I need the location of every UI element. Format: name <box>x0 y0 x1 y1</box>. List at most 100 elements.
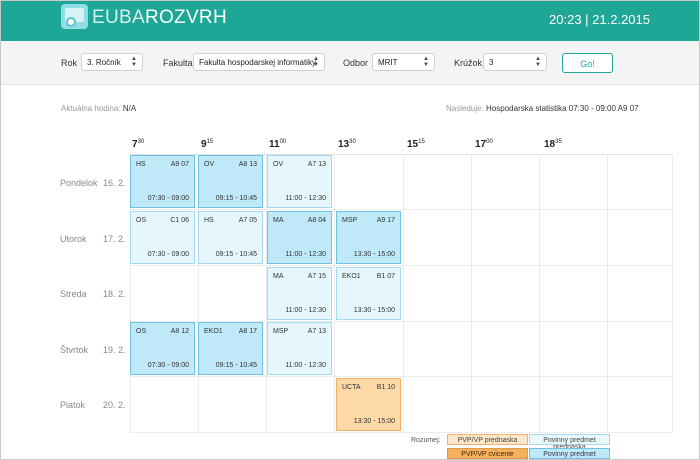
rok-select[interactable]: 3. Ročník ▲ ▼ <box>81 53 143 71</box>
grid-line <box>403 154 404 432</box>
lesson-card[interactable]: OS A8 12 07:30 - 09:00 <box>130 322 195 375</box>
day-date: 16. 2. <box>103 178 126 188</box>
lesson-room: A7 05 <box>238 217 257 224</box>
lesson-room: A9 07 <box>170 161 189 168</box>
lesson-subject: OV <box>273 161 284 168</box>
lesson-time: 11:00 - 12:30 <box>285 362 326 369</box>
time-header: 1330 <box>338 139 356 150</box>
lesson-time: 11:00 - 12:30 <box>285 251 326 258</box>
lesson-time: 09:15 - 10:45 <box>215 251 257 258</box>
lesson-time: 13:30 - 15:00 <box>353 251 395 258</box>
time-header: 1100 <box>269 139 287 150</box>
lesson-subject: UCTA <box>342 384 361 391</box>
day-date: 18. 2. <box>103 289 126 299</box>
rok-label: Rok <box>61 58 78 68</box>
lesson-card[interactable]: EKO1 B1 07 13:30 - 15:00 <box>336 267 401 320</box>
day-name: Štvrtok <box>60 345 89 355</box>
lesson-card[interactable]: OV A7 13 11:00 - 12:30 <box>267 155 332 208</box>
fakulta-label: Fakulta <box>163 58 193 68</box>
kruzok-select[interactable]: 3 ▲ ▼ <box>483 53 547 71</box>
legend-label: Rozumej: <box>411 437 441 444</box>
lesson-card[interactable]: OS C1 06 07:30 - 09:00 <box>130 211 195 264</box>
lesson-card[interactable]: MSP A9 17 13:30 - 15:00 <box>336 211 401 264</box>
lesson-subject: MSP <box>273 328 289 335</box>
lesson-card[interactable]: EKO1 A8 17 09:15 - 10:45 <box>198 322 263 375</box>
legend-required-lecture: Povinny predmet prednaska <box>529 434 610 451</box>
rok-select-value: 3. Ročník <box>87 58 121 67</box>
lesson-time: 09:15 - 10:45 <box>215 362 257 369</box>
lesson-time: 07:30 - 09:00 <box>147 195 189 202</box>
go-button[interactable]: Go! <box>562 53 613 73</box>
day-name: Pondelok <box>60 178 98 188</box>
lesson-subject: MA <box>273 217 284 224</box>
kruzok-label: Krúžok <box>454 58 483 68</box>
day-date: 17. 2. <box>103 234 126 244</box>
legend-required-practice: Povinny predmet cvicenie <box>529 448 610 459</box>
odbor-select-value: MRIT <box>378 58 398 67</box>
odbor-label: Odbor <box>343 58 369 68</box>
lesson-subject: HS <box>204 217 214 224</box>
select-arrows-icon: ▲ ▼ <box>313 56 319 68</box>
fakulta-select[interactable]: Fakulta hospodarskej informatiky ▲ ▼ <box>193 53 325 71</box>
kruzok-select-value: 3 <box>489 58 494 67</box>
lesson-subject: MSP <box>342 217 358 224</box>
day-date: 19. 2. <box>103 345 126 355</box>
select-arrows-icon: ▲ ▼ <box>535 56 541 68</box>
day-name: Piatok <box>60 400 86 410</box>
day-name: Streda <box>60 289 87 299</box>
lesson-subject: OS <box>136 328 147 335</box>
lesson-time: 07:30 - 09:00 <box>147 251 189 258</box>
time-header: 1515 <box>407 139 425 150</box>
lesson-subject: EKO1 <box>342 273 361 280</box>
app-window: EUBAROZVRH 20:23 | 21.2.2015 Rok 3. Ročn… <box>0 0 700 460</box>
time-header: 730 <box>132 139 145 150</box>
grid-line <box>539 154 540 432</box>
lesson-room: B1 10 <box>376 384 395 391</box>
lesson-subject: OV <box>204 161 215 168</box>
day-date: 20. 2. <box>103 400 126 410</box>
lesson-subject: MA <box>273 273 284 280</box>
lesson-room: A7 13 <box>307 161 326 168</box>
lesson-time: 13:30 - 15:00 <box>353 307 395 314</box>
next-lesson-label: Nasleduje: <box>446 104 484 113</box>
grid-line <box>334 154 335 432</box>
grid-line <box>607 154 608 432</box>
lesson-card[interactable]: MSP A7 13 11:00 - 12:30 <box>267 322 332 375</box>
lesson-card[interactable]: UCTA B1 10 13:30 - 15:00 <box>336 378 401 431</box>
grid-line <box>130 209 672 210</box>
brand-bold-text: ROZVRH <box>144 7 227 28</box>
current-lesson-value: N/A <box>122 104 137 113</box>
lesson-card[interactable]: HS A9 07 07:30 - 09:00 <box>130 155 195 208</box>
grid-line <box>130 376 672 377</box>
lesson-room: A8 12 <box>170 328 189 335</box>
lesson-room: A9 17 <box>376 217 395 224</box>
brand-title[interactable]: EUBAROZVRH <box>92 7 227 29</box>
legend-optional-practice: PVP/VP cvicenie <box>447 448 528 459</box>
lesson-time: 13:30 - 15:00 <box>353 418 395 425</box>
lesson-time: 11:00 - 12:30 <box>285 195 326 202</box>
lesson-time: 07:30 - 09:00 <box>147 362 189 369</box>
fakulta-select-value: Fakulta hospodarskej informatiky <box>199 58 316 67</box>
time-header: 1700 <box>475 139 493 150</box>
lesson-room: C1 06 <box>170 217 189 224</box>
app-logo-icon[interactable] <box>61 4 88 29</box>
next-lesson-info: Nasleduje: Hospodarska statistika 07:30 … <box>446 104 639 113</box>
grid-line <box>130 432 672 433</box>
lesson-room: A8 13 <box>238 161 257 168</box>
lesson-time: 09:15 - 10:45 <box>215 195 257 202</box>
lesson-card[interactable]: MA A8 04 11:00 - 12:30 <box>267 211 332 264</box>
lesson-time: 11:00 - 12:30 <box>285 307 326 314</box>
lesson-room: A8 17 <box>238 328 257 335</box>
lesson-card[interactable]: OV A8 13 09:15 - 10:45 <box>198 155 263 208</box>
logo-badge-shape <box>66 17 76 27</box>
current-lesson-info: Aktuálna hodina: N/A <box>61 104 136 113</box>
grid-line <box>471 154 472 432</box>
select-arrows-icon: ▲ ▼ <box>423 56 429 68</box>
lesson-card[interactable]: MA A7 15 11:00 - 12:30 <box>267 267 332 320</box>
odbor-select[interactable]: MRIT ▲ ▼ <box>372 53 435 71</box>
clock-date: 20:23 | 21.2.2015 <box>549 12 650 27</box>
legend-optional-lecture: PVP/VP prednaska <box>447 434 528 445</box>
lesson-subject: EKO1 <box>204 328 223 335</box>
grid-line <box>672 154 673 432</box>
lesson-card[interactable]: HS A7 05 09:15 - 10:45 <box>198 211 263 264</box>
